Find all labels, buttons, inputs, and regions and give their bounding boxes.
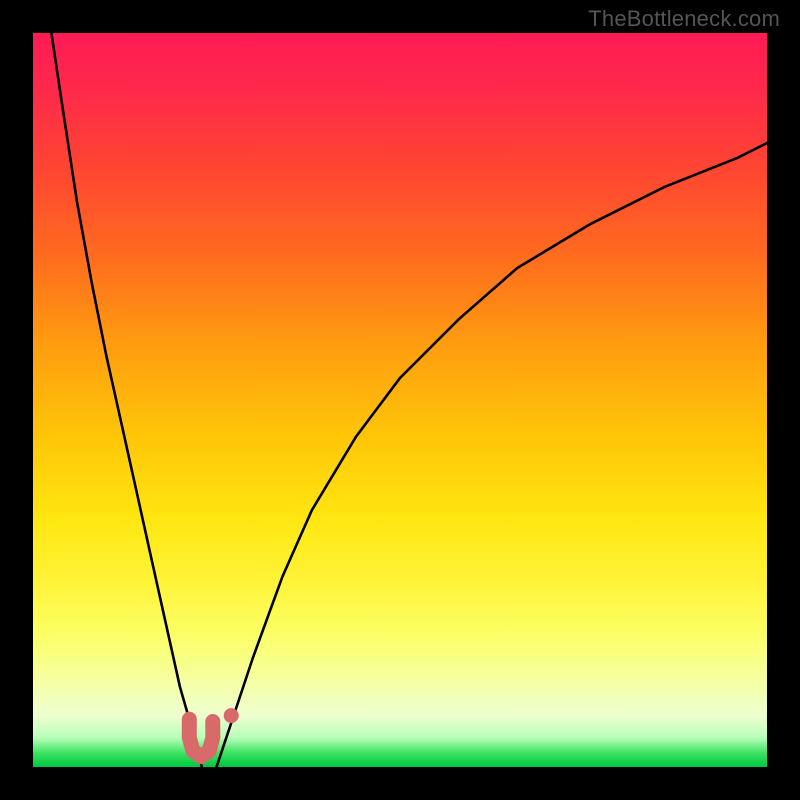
watermark-text: TheBottleneck.com	[588, 6, 780, 32]
left-curve	[51, 33, 201, 767]
plot-area	[33, 33, 767, 767]
curves-layer	[33, 33, 767, 767]
dot-marker	[224, 708, 239, 723]
u-marker	[189, 719, 213, 756]
right-curve	[217, 143, 768, 767]
chart-frame: TheBottleneck.com	[0, 0, 800, 800]
